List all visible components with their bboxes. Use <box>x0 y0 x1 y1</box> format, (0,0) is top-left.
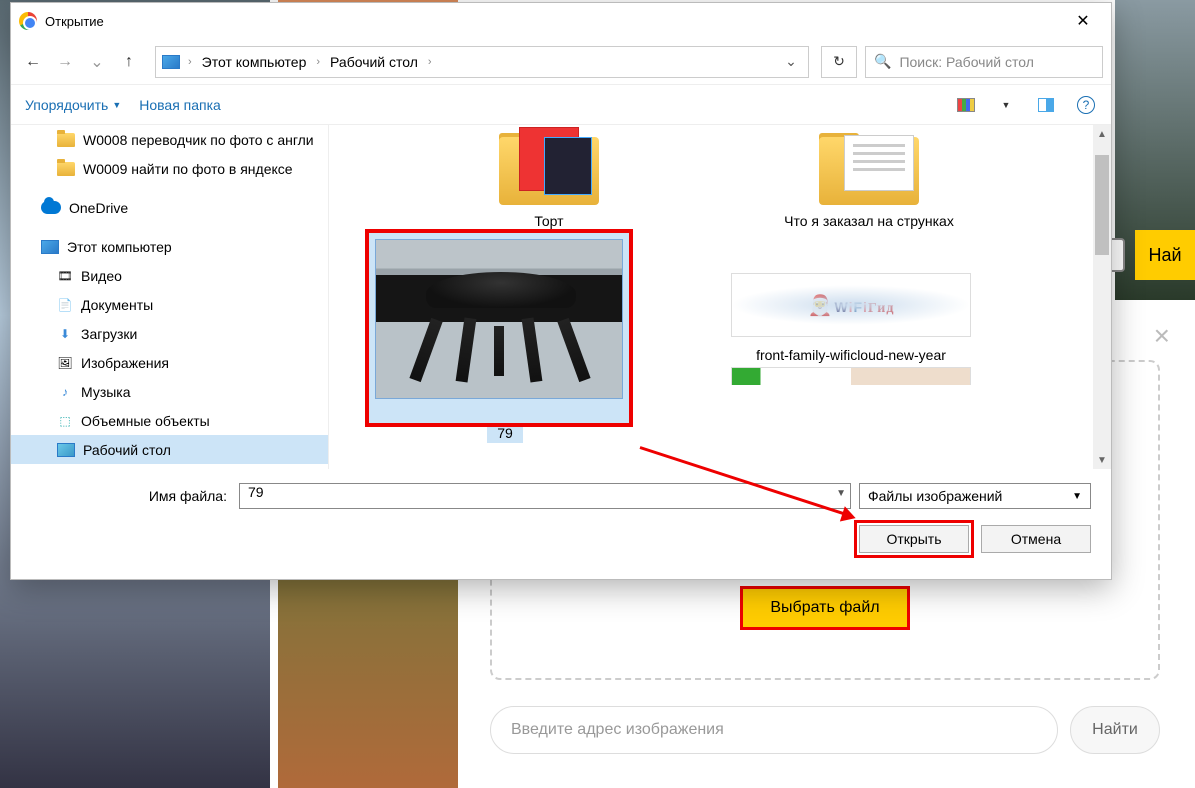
folder-thumbnail <box>474 125 624 205</box>
sidebar-item-folder[interactable]: W0008 переводчик по фото с англи <box>11 125 328 154</box>
file-label: 79 <box>487 423 523 443</box>
choose-file-button[interactable]: Выбрать файл <box>740 586 910 630</box>
search-icon: 🔍 <box>874 53 891 70</box>
open-button[interactable]: Открыть <box>859 525 969 553</box>
sidebar-item-downloads[interactable]: ⬇ Загрузки <box>11 319 328 348</box>
folder-icon <box>57 133 75 147</box>
sidebar-item-label: Рабочий стол <box>83 442 171 458</box>
nav-back-button[interactable]: ← <box>19 48 47 76</box>
images-icon: 🖼 <box>57 355 73 371</box>
file-item-folder[interactable]: Торт <box>409 125 689 233</box>
sidebar-item-label: Изображения <box>81 355 169 371</box>
chrome-icon <box>19 12 37 30</box>
panel-close-icon[interactable]: × <box>1154 320 1170 352</box>
chevron-right-icon[interactable]: › <box>184 56 196 68</box>
sidebar-item-label: Музыка <box>81 384 131 400</box>
sidebar-item-label: Объемные объекты <box>81 413 210 429</box>
chevron-right-icon[interactable]: › <box>312 56 324 68</box>
preview-pane-button[interactable] <box>1035 94 1057 116</box>
scroll-up-arrow[interactable]: ▲ <box>1093 125 1111 143</box>
sidebar-item-label: W0008 переводчик по фото с англи <box>83 132 314 148</box>
chevron-down-icon: ▼ <box>1072 491 1082 502</box>
file-label: Что я заказал на струнках <box>729 209 1009 233</box>
pc-icon <box>162 55 180 69</box>
refresh-button[interactable]: ↻ <box>821 46 857 78</box>
onedrive-icon <box>41 201 61 214</box>
sidebar-item-pictures[interactable]: 🖼 Изображения <box>11 348 328 377</box>
find-button[interactable]: Найти <box>1070 706 1160 754</box>
sidebar-item-folder[interactable]: W0009 найти по фото в яндексе <box>11 154 328 183</box>
sidebar-item-music[interactable]: ♪ Музыка <box>11 377 328 406</box>
scrollbar[interactable]: ▲ ▼ <box>1093 125 1111 469</box>
desktop-icon <box>57 443 75 457</box>
filename-label: Имя файла: <box>31 488 231 504</box>
sidebar-item-onedrive[interactable]: OneDrive <box>11 193 328 222</box>
sidebar: W0008 переводчик по фото с англи W0009 н… <box>11 125 329 469</box>
search-input[interactable]: 🔍 Поиск: Рабочий стол <box>865 46 1103 78</box>
dialog-close-button[interactable]: ✕ <box>1063 6 1103 36</box>
dialog-footer: Имя файла: 79 ▼ Файлы изображений ▼ Откр… <box>11 469 1111 569</box>
file-label: front-family-wificloud-new-year <box>721 343 981 367</box>
sidebar-item-thispc[interactable]: Этот компьютер <box>11 232 328 261</box>
bg-search-button[interactable]: Най <box>1135 230 1195 280</box>
sidebar-item-3dobjects[interactable]: ⬚ Объемные объекты <box>11 406 328 435</box>
sidebar-item-label: W0009 найти по фото в яндексе <box>83 161 293 177</box>
sidebar-item-documents[interactable]: 📄 Документы <box>11 290 328 319</box>
pane-icon <box>1038 98 1054 112</box>
nav-up-button[interactable]: ↑ <box>115 48 143 76</box>
video-icon: 🎞 <box>57 268 73 284</box>
toolbar: Упорядочить▼ Новая папка ▼ ? <box>11 85 1111 125</box>
breadcrumb-root[interactable]: Этот компьютер <box>200 50 309 74</box>
music-icon: ♪ <box>57 384 73 400</box>
dialog-title: Открытие <box>45 14 1063 29</box>
file-label: Торт <box>409 209 689 233</box>
scroll-down-arrow[interactable]: ▼ <box>1093 451 1111 469</box>
view-mode-button[interactable] <box>955 94 977 116</box>
thumbnails-icon <box>957 98 975 112</box>
chevron-down-icon[interactable]: ▼ <box>836 488 846 499</box>
sidebar-item-label: Видео <box>81 268 122 284</box>
document-icon: 📄 <box>57 297 73 313</box>
breadcrumb[interactable]: › Этот компьютер › Рабочий стол › ⌄ <box>155 46 809 78</box>
breadcrumb-folder[interactable]: Рабочий стол <box>328 50 420 74</box>
scroll-thumb[interactable] <box>1095 155 1109 255</box>
new-folder-button[interactable]: Новая папка <box>139 97 221 113</box>
organize-menu[interactable]: Упорядочить▼ <box>25 97 121 113</box>
image-thumbnail <box>369 233 629 423</box>
titlebar: Открытие ✕ <box>11 3 1111 39</box>
chevron-down-icon: ▼ <box>112 100 121 110</box>
file-item-image-selected[interactable]: 79 <box>369 233 641 443</box>
pc-icon <box>41 240 59 254</box>
view-dropdown[interactable]: ▼ <box>995 94 1017 116</box>
cancel-button[interactable]: Отмена <box>981 525 1091 553</box>
file-type-filter[interactable]: Файлы изображений ▼ <box>859 483 1091 509</box>
folder-thumbnail <box>794 125 944 205</box>
sidebar-item-label: Документы <box>81 297 153 313</box>
search-placeholder: Поиск: Рабочий стол <box>899 54 1033 70</box>
file-item-image[interactable]: 🎅 WiFiГид front-family-wificloud-new-yea… <box>721 233 981 443</box>
sidebar-item-label: Загрузки <box>81 326 137 342</box>
nav-history-dropdown[interactable]: ⌄ <box>83 48 111 76</box>
file-open-dialog: Открытие ✕ ← → ⌄ ↑ › Этот компьютер › Ра… <box>10 2 1112 580</box>
nav-bar: ← → ⌄ ↑ › Этот компьютер › Рабочий стол … <box>11 39 1111 85</box>
folder-icon <box>57 162 75 176</box>
help-button[interactable]: ? <box>1075 94 1097 116</box>
chevron-right-icon[interactable]: › <box>424 56 436 68</box>
sidebar-item-desktop[interactable]: Рабочий стол <box>11 435 328 464</box>
nav-forward-button[interactable]: → <box>51 48 79 76</box>
image-thumbnail-partial <box>731 367 971 385</box>
image-url-input[interactable]: Введите адрес изображения <box>490 706 1058 754</box>
file-list: Торт Что я заказал на струнках <box>329 125 1111 469</box>
sidebar-item-videos[interactable]: 🎞 Видео <box>11 261 328 290</box>
sidebar-item-label: Этот компьютер <box>67 239 172 255</box>
sidebar-item-label: OneDrive <box>69 200 128 216</box>
cube-icon: ⬚ <box>57 413 73 429</box>
download-icon: ⬇ <box>57 326 73 342</box>
image-thumbnail: 🎅 WiFiГид <box>731 273 971 337</box>
filename-input[interactable]: 79 ▼ <box>239 483 851 509</box>
help-icon: ? <box>1077 96 1095 114</box>
file-item-folder[interactable]: Что я заказал на струнках <box>729 125 1009 233</box>
breadcrumb-dropdown[interactable]: ⌄ <box>780 53 802 70</box>
